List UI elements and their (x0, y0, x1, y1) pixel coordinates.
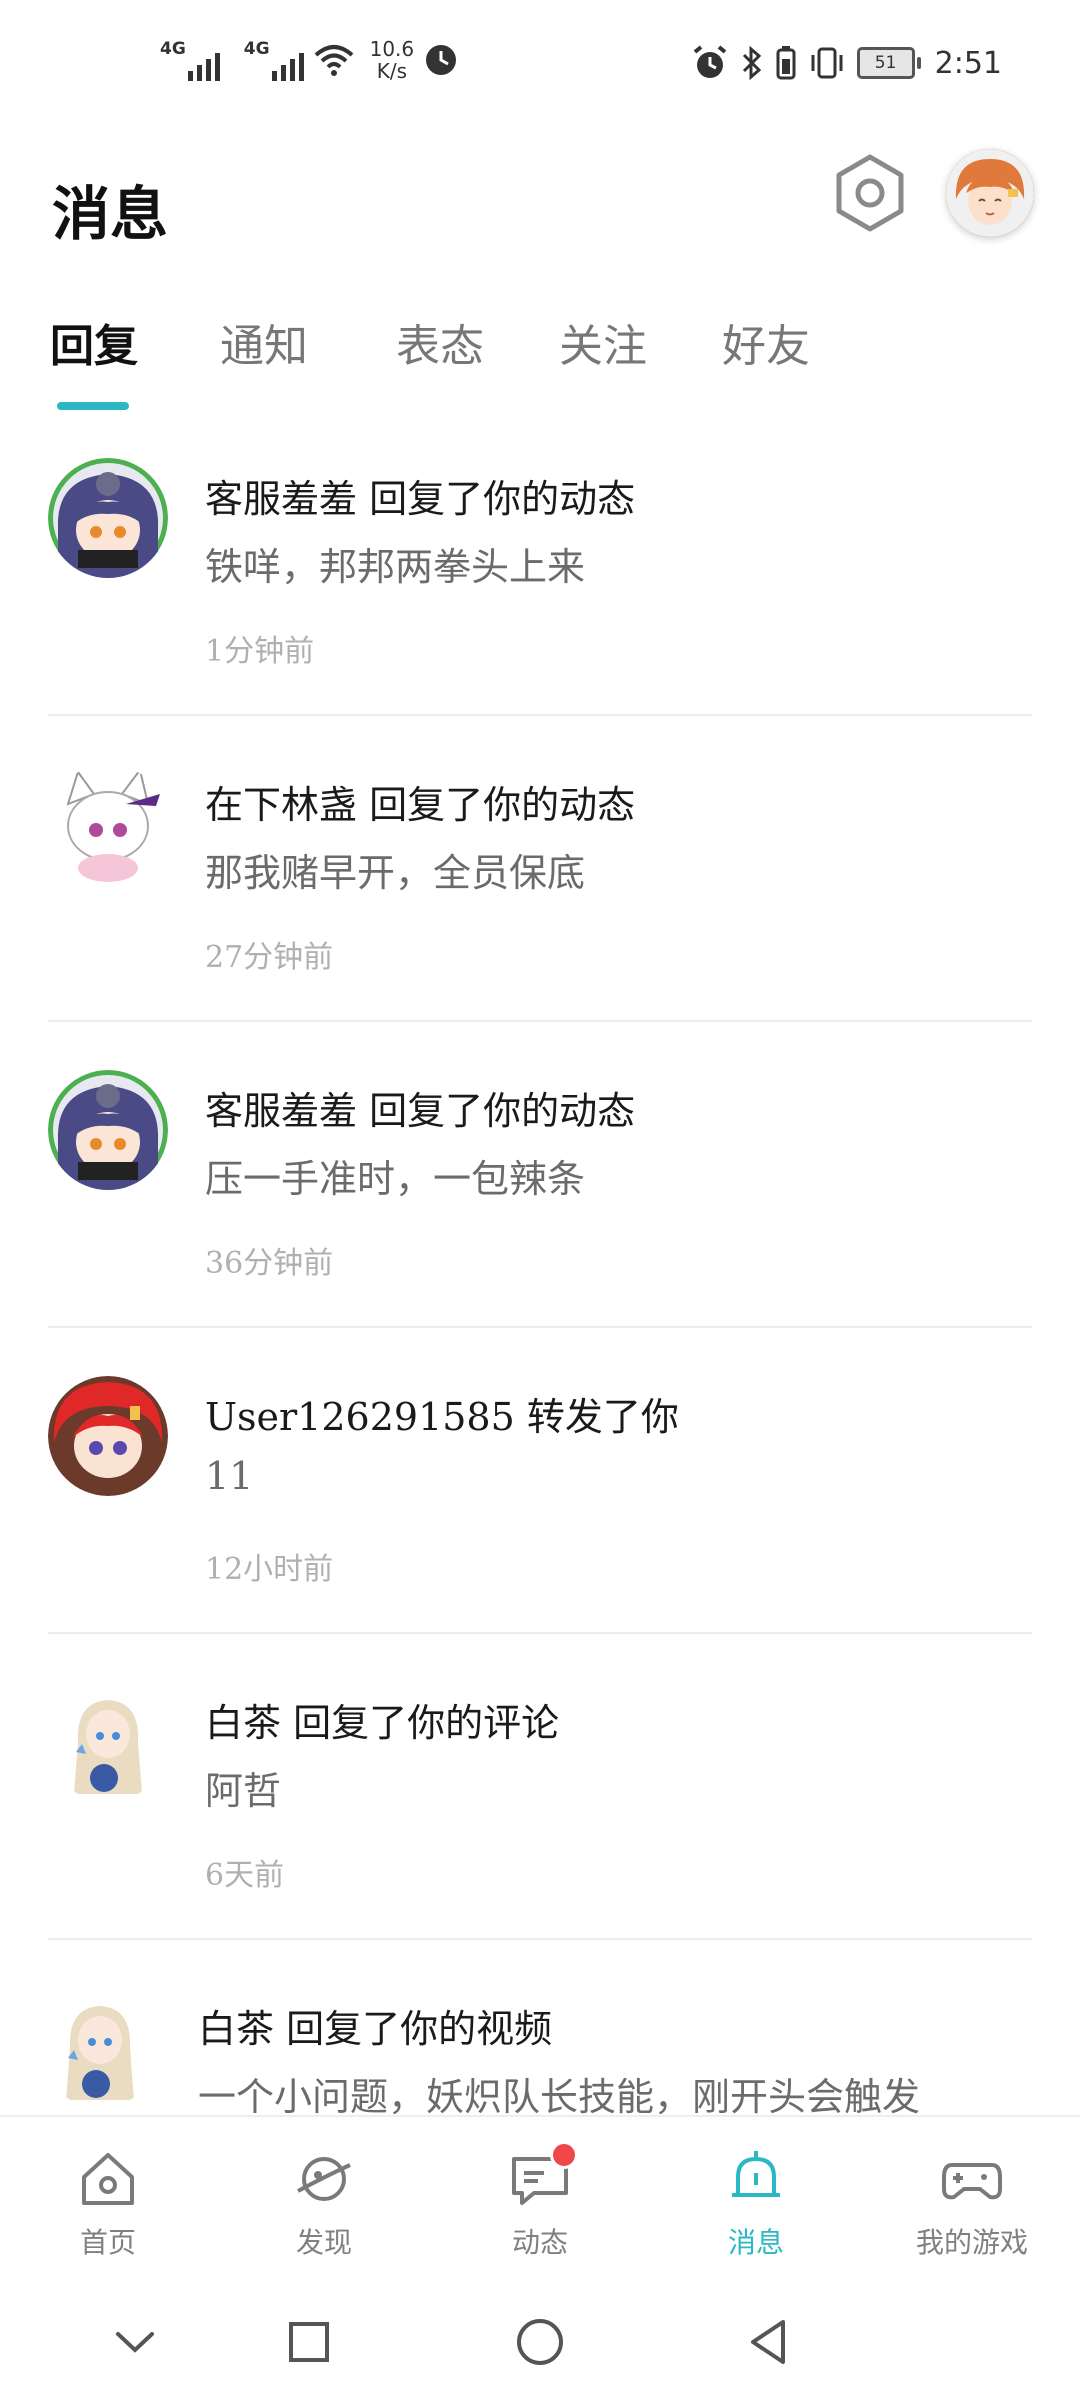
list-item[interactable]: User126291585 转发了你 11 12小时前 (0, 1328, 1080, 1634)
status-bar: 4G 4G 10.6 K/s 51 2:51 (0, 0, 1080, 135)
chevron-down-icon (116, 2332, 154, 2353)
signal-label: 4G (160, 39, 186, 59)
gamepad-icon (940, 2147, 1004, 2211)
message-title: User126291585 转发了你 (205, 1395, 679, 1439)
system-nav-bar (0, 2282, 1080, 2400)
message-time: 6天前 (205, 1858, 285, 1893)
message-title: 客服羞羞 回复了你的动态 (205, 477, 636, 521)
signal-icon-sim2: 4G (244, 39, 304, 81)
data-saver-icon (426, 45, 457, 75)
message-time: 1分钟前 (205, 634, 315, 669)
list-item[interactable]: 客服羞羞 回复了你的动态 铁咩，邦邦两拳头上来 1分钟前 (0, 410, 1080, 716)
settings-hexagon-icon (836, 154, 904, 232)
nav-label: 发现 (295, 2226, 352, 2259)
signal-icon-sim1: 4G (160, 39, 220, 81)
tab-follows[interactable]: 关注 (559, 310, 647, 374)
square-icon (289, 2322, 329, 2362)
message-body: 铁咩，邦邦两拳头上来 (205, 545, 586, 589)
net-speed-unit: K/s (376, 59, 407, 83)
header: 消息 (0, 135, 1080, 265)
user-avatar[interactable] (946, 149, 1034, 237)
message-time: 12小时前 (205, 1552, 334, 1587)
avatar-illustration (48, 458, 168, 578)
tab-bar: 回复 通知 表态 关注 好友 (0, 310, 1080, 410)
avatar-illustration (40, 1988, 160, 2108)
hide-keyboard-button[interactable] (100, 2310, 170, 2374)
list-item[interactable]: 客服羞羞 回复了你的动态 压一手准时，一包辣条 36分钟前 (0, 1022, 1080, 1328)
avatar-illustration (946, 149, 1034, 237)
message-title: 客服羞羞 回复了你的动态 (205, 1089, 636, 1133)
circle-icon (517, 2319, 563, 2365)
message-title: 在下林盏 回复了你的动态 (205, 783, 636, 827)
message-body: 11 (205, 1454, 254, 1498)
nav-home[interactable]: 首页 (0, 2117, 216, 2282)
alarm-icon (693, 45, 726, 78)
settings-button[interactable] (832, 151, 908, 235)
avatar-illustration (48, 764, 168, 884)
battery-icon: 51 (856, 47, 921, 79)
tab-friends[interactable]: 好友 (722, 310, 810, 374)
bottom-nav: 首页 发现 动态 消息 我的游戏 (0, 2115, 1080, 2282)
battery-level: 51 (874, 53, 897, 73)
message-time: 27分钟前 (205, 940, 334, 975)
tab-notifications[interactable]: 通知 (220, 310, 308, 374)
bell-icon (724, 2147, 788, 2211)
message-title: 白茶 回复了你的评论 (205, 1701, 560, 1745)
avatar[interactable] (40, 1988, 160, 2108)
message-body: 阿哲 (205, 1769, 282, 1813)
nav-messages[interactable]: 消息 (648, 2117, 864, 2282)
net-speed-value: 10.6 (369, 37, 415, 61)
avatar[interactable] (48, 1376, 168, 1496)
avatar-illustration (48, 1682, 168, 1802)
nav-feed[interactable]: 动态 (432, 2117, 648, 2282)
nav-discover[interactable]: 发现 (216, 2117, 432, 2282)
nav-my-games[interactable]: 我的游戏 (864, 2117, 1080, 2282)
avatar-illustration (48, 1376, 168, 1496)
message-body: 一个小问题，妖炽队长技能，刚开头会触发 (198, 2075, 921, 2115)
message-title: 白茶 回复了你的视频 (198, 2007, 553, 2051)
messages-page: 4G 4G 10.6 K/s 51 2:51 消息 回复 通知 表态 关注 好友… (0, 0, 1080, 2400)
page-title: 消息 (52, 180, 169, 248)
list-item[interactable]: 白茶 回复了你的评论 阿哲 6天前 (0, 1634, 1080, 1940)
recents-button[interactable] (274, 2310, 344, 2374)
avatar[interactable] (48, 1070, 168, 1190)
status-time: 2:51 (934, 45, 1002, 81)
status-left: 4G 4G 10.6 K/s (160, 38, 458, 82)
message-body: 那我赌早开，全员保底 (205, 851, 586, 895)
back-triangle-icon (751, 2320, 785, 2364)
vibrate-icon (811, 47, 843, 79)
avatar-illustration (48, 1070, 168, 1190)
message-list: 客服羞羞 回复了你的动态 铁咩，邦邦两拳头上来 1分钟前 在下林盏 回复了你的动… (0, 410, 1080, 2115)
message-time: 36分钟前 (205, 1246, 334, 1281)
list-item[interactable]: 在下林盏 回复了你的动态 那我赌早开，全员保底 27分钟前 (0, 716, 1080, 1022)
signal-label: 4G (243, 39, 270, 59)
battery-saver-icon (776, 46, 796, 80)
back-button[interactable] (733, 2310, 803, 2374)
chat-icon (508, 2141, 578, 2211)
avatar[interactable] (48, 1682, 168, 1802)
home-icon (76, 2147, 140, 2211)
avatar[interactable] (48, 458, 168, 578)
nav-label: 首页 (79, 2226, 136, 2259)
planet-icon (292, 2147, 356, 2211)
message-body: 压一手准时，一包辣条 (205, 1157, 586, 1201)
bluetooth-icon (742, 45, 761, 81)
home-button[interactable] (505, 2310, 575, 2374)
active-tab-indicator (57, 402, 129, 410)
notification-badge (550, 2141, 578, 2169)
nav-label: 我的游戏 (915, 2226, 1028, 2259)
network-speed: 10.6 K/s (370, 38, 415, 82)
list-item[interactable]: 白茶 回复了你的视频 一个小问题，妖炽队长技能，刚开头会触发 (0, 1940, 1080, 2115)
status-right: 51 2:51 (691, 44, 1002, 82)
tab-replies[interactable]: 回复 (50, 310, 138, 374)
wifi-icon (314, 45, 353, 76)
nav-label: 动态 (511, 2226, 568, 2259)
tab-reactions[interactable]: 表态 (396, 310, 484, 374)
nav-label: 消息 (727, 2226, 784, 2259)
avatar[interactable] (48, 764, 168, 884)
